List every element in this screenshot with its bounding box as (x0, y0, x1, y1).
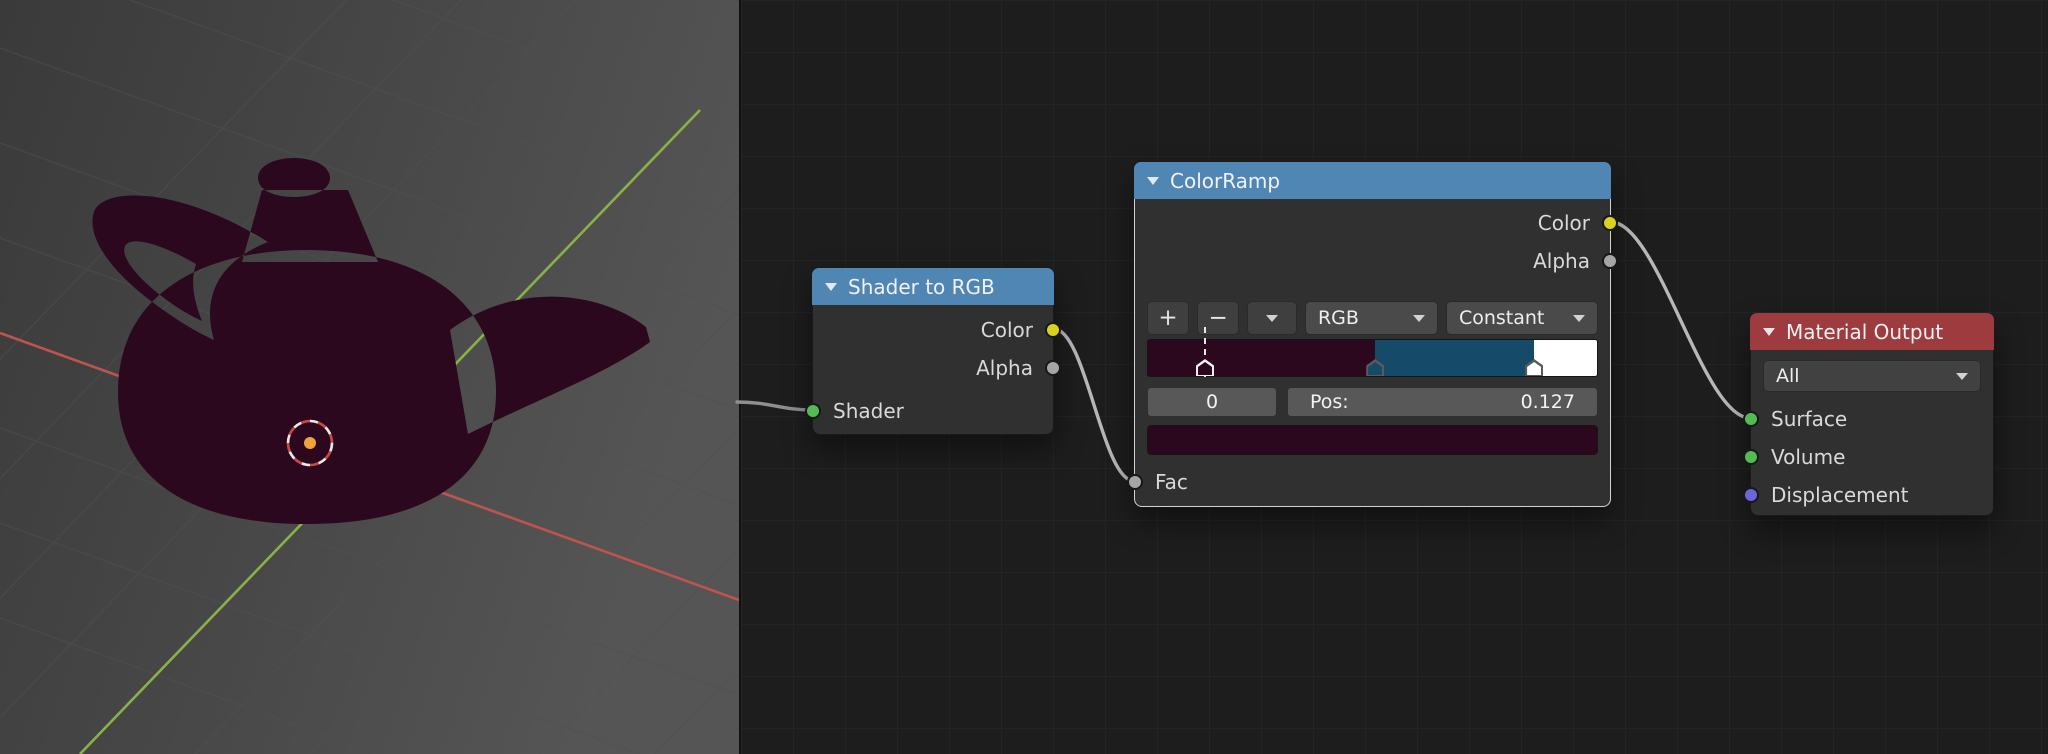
ramp-handle-cap-icon (1366, 359, 1385, 376)
stop-position-field[interactable]: Pos: 0.127 (1287, 387, 1598, 417)
socket-input-surface[interactable] (1743, 411, 1759, 427)
node-title: Material Output (1786, 319, 1944, 344)
socket-output-color[interactable] (1602, 215, 1618, 231)
node-material-output[interactable]: Material Output All Surface Volume Displ… (1743, 313, 1994, 516)
ramp-handle-cap-icon (1196, 359, 1215, 376)
socket-input-volume[interactable] (1743, 449, 1759, 465)
input-label-volume: Volume (1771, 445, 1846, 469)
color-mode-value: RGB (1317, 307, 1359, 329)
output-label-color: Color (1537, 211, 1590, 235)
node-header-material-output[interactable]: Material Output (1750, 313, 1994, 350)
node-header-shader-to-rgb[interactable]: Shader to RGB (812, 268, 1054, 305)
socket-output-alpha[interactable] (1602, 253, 1618, 269)
node-shader-to-rgb[interactable]: Shader to RGB Color Alpha Shader (805, 268, 1061, 435)
interpolation-value: Constant (1458, 307, 1545, 329)
input-label-displacement: Displacement (1771, 483, 1909, 507)
collapse-triangle-icon[interactable] (1763, 327, 1775, 336)
node-title: ColorRamp (1170, 168, 1281, 193)
node-title: Shader to RGB (848, 274, 995, 299)
socket-output-color[interactable] (1045, 322, 1061, 338)
output-label-alpha: Alpha (1533, 249, 1590, 273)
stop-position-label: Pos: (1310, 391, 1349, 413)
stop-index-field[interactable]: 0 (1147, 387, 1277, 417)
stop-position-value: 0.127 (1520, 391, 1575, 413)
input-label-shader: Shader (833, 399, 904, 423)
ramp-handle-cap-icon (1525, 359, 1544, 376)
node-colorramp[interactable]: ColorRamp Color Alpha + − RGB Constant 0 (1127, 162, 1618, 507)
blender-window: Shader to RGB Color Alpha Shader ColorRa… (0, 0, 2048, 754)
socket-input-displacement[interactable] (1743, 487, 1759, 503)
output-target-value: All (1776, 365, 1800, 387)
output-label-alpha: Alpha (976, 356, 1033, 380)
colorramp-gradient-bar[interactable] (1147, 327, 1598, 377)
socket-input-shader[interactable] (805, 403, 821, 419)
ramp-options-dropdown[interactable] (1247, 301, 1297, 335)
input-label-surface: Surface (1771, 407, 1848, 431)
dropdown-caret-icon (1956, 372, 1968, 380)
input-label-fac: Fac (1155, 470, 1188, 494)
colorramp-toolbar: + − RGB Constant (1147, 301, 1598, 335)
add-stop-button[interactable]: + (1147, 301, 1190, 335)
colorramp-swatch[interactable] (1147, 425, 1598, 455)
viewport-3d[interactable] (0, 0, 739, 754)
interpolation-dropdown[interactable]: Constant (1445, 301, 1598, 335)
socket-output-alpha[interactable] (1045, 360, 1061, 376)
dropdown-caret-icon (1266, 314, 1279, 322)
collapse-triangle-icon[interactable] (825, 282, 837, 291)
dropdown-caret-icon (1573, 314, 1585, 322)
output-label-color: Color (980, 318, 1033, 342)
color-mode-dropdown[interactable]: RGB (1304, 301, 1438, 335)
colorramp-fields: 0 Pos: 0.127 (1147, 387, 1598, 417)
dropdown-caret-icon (1412, 314, 1425, 322)
node-header-colorramp[interactable]: ColorRamp (1134, 162, 1611, 199)
socket-input-fac[interactable] (1127, 474, 1143, 490)
stop-index-value: 0 (1205, 391, 1219, 413)
collapse-triangle-icon[interactable] (1147, 176, 1159, 185)
output-target-dropdown[interactable]: All (1763, 360, 1981, 392)
